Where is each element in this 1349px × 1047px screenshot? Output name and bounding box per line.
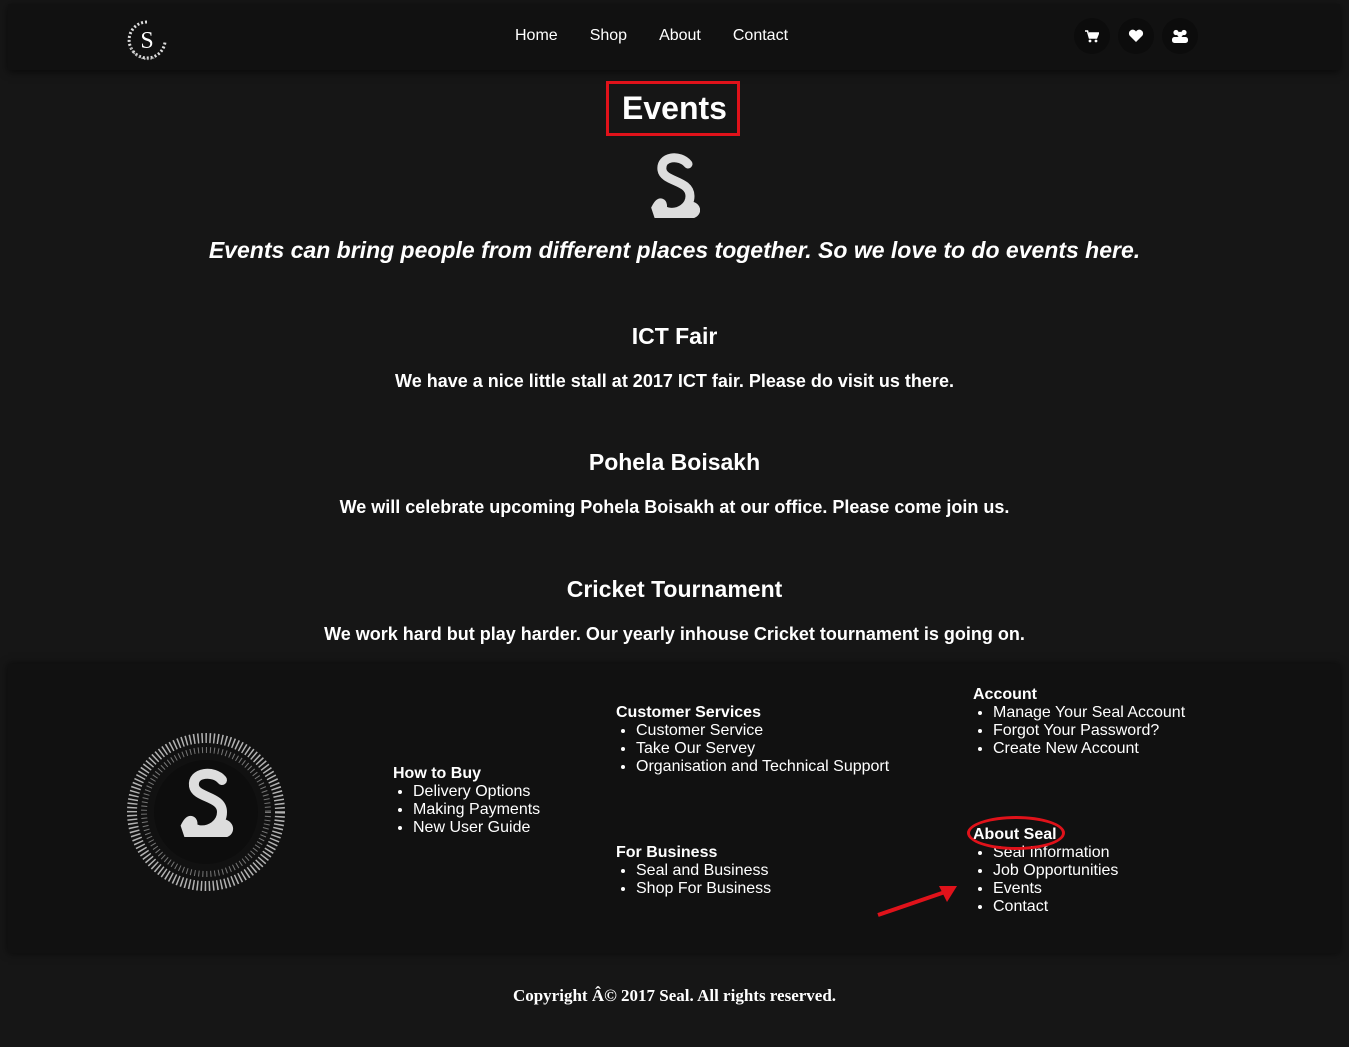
- footer-link[interactable]: Manage Your Seal Account: [993, 704, 1185, 722]
- nav-links: Home Shop About Contact: [515, 27, 820, 45]
- annotation-ellipse: [967, 816, 1065, 850]
- event-title: Pohela Boisakh: [588, 449, 761, 475]
- footer-link[interactable]: Shop For Business: [636, 880, 771, 898]
- navbar: S Home Shop About Contact: [8, 4, 1340, 70]
- footer-link[interactable]: Making Payments: [413, 801, 540, 819]
- event-description: We have a nice little stall at 2017 ICT …: [395, 371, 954, 391]
- footer-link[interactable]: Take Our Servey: [636, 740, 889, 758]
- footer-link[interactable]: Create New Account: [993, 740, 1185, 758]
- footer: How to Buy Delivery Options Making Payme…: [8, 664, 1340, 953]
- footer-link[interactable]: Contact: [993, 898, 1118, 916]
- nav-about-link[interactable]: About: [659, 27, 701, 45]
- cart-button[interactable]: [1074, 18, 1110, 54]
- account-button[interactable]: [1162, 18, 1198, 54]
- footer-link[interactable]: Customer Service: [636, 722, 889, 740]
- footer-customer-services: Customer Services Customer Service Take …: [616, 704, 889, 776]
- footer-link-events[interactable]: Events: [993, 880, 1118, 898]
- footer-heading: Account: [973, 686, 1037, 703]
- event-description: We will celebrate upcoming Pohela Boisak…: [339, 497, 1010, 517]
- nav-contact-link[interactable]: Contact: [733, 27, 788, 45]
- footer-link[interactable]: New User Guide: [413, 819, 540, 837]
- footer-heading: Customer Services: [616, 704, 761, 721]
- footer-how-to-buy: How to Buy Delivery Options Making Payme…: [393, 765, 540, 837]
- wishlist-button[interactable]: [1118, 18, 1154, 54]
- footer-link[interactable]: Forgot Your Password?: [993, 722, 1185, 740]
- footer-heading: How to Buy: [393, 765, 481, 782]
- nav-icons: [1074, 18, 1198, 54]
- event-description: We work hard but play harder. Our yearly…: [324, 624, 1025, 644]
- footer-link[interactable]: Delivery Options: [413, 783, 540, 801]
- seal-footer-logo-icon: [127, 733, 285, 891]
- seal-logo-icon[interactable]: S: [124, 18, 170, 62]
- seal-s-logo-icon: [651, 153, 700, 218]
- heart-icon: [1128, 29, 1144, 42]
- footer-link[interactable]: Seal and Business: [636, 862, 771, 880]
- cart-icon: [1085, 29, 1099, 42]
- footer-link[interactable]: Job Opportunities: [993, 862, 1118, 880]
- footer-heading: For Business: [616, 844, 718, 861]
- nav-shop-link[interactable]: Shop: [590, 27, 627, 45]
- page-title: Events: [622, 90, 727, 126]
- event-title: Cricket Tournament: [566, 576, 783, 602]
- users-icon: [1172, 29, 1188, 43]
- event-title: ICT Fair: [631, 323, 718, 349]
- footer-for-business: For Business Seal and Business Shop For …: [616, 844, 771, 898]
- page-tagline: Events can bring people from different p…: [208, 237, 1141, 263]
- annotation-arrow-icon: [877, 886, 957, 917]
- nav-home-link[interactable]: Home: [515, 27, 558, 45]
- footer-link[interactable]: Organisation and Technical Support: [636, 758, 889, 776]
- copyright: Copyright Â© 2017 Seal. All rights reser…: [512, 986, 837, 1005]
- logo-letter: S: [140, 28, 153, 54]
- footer-account: Account Manage Your Seal Account Forgot …: [973, 686, 1185, 758]
